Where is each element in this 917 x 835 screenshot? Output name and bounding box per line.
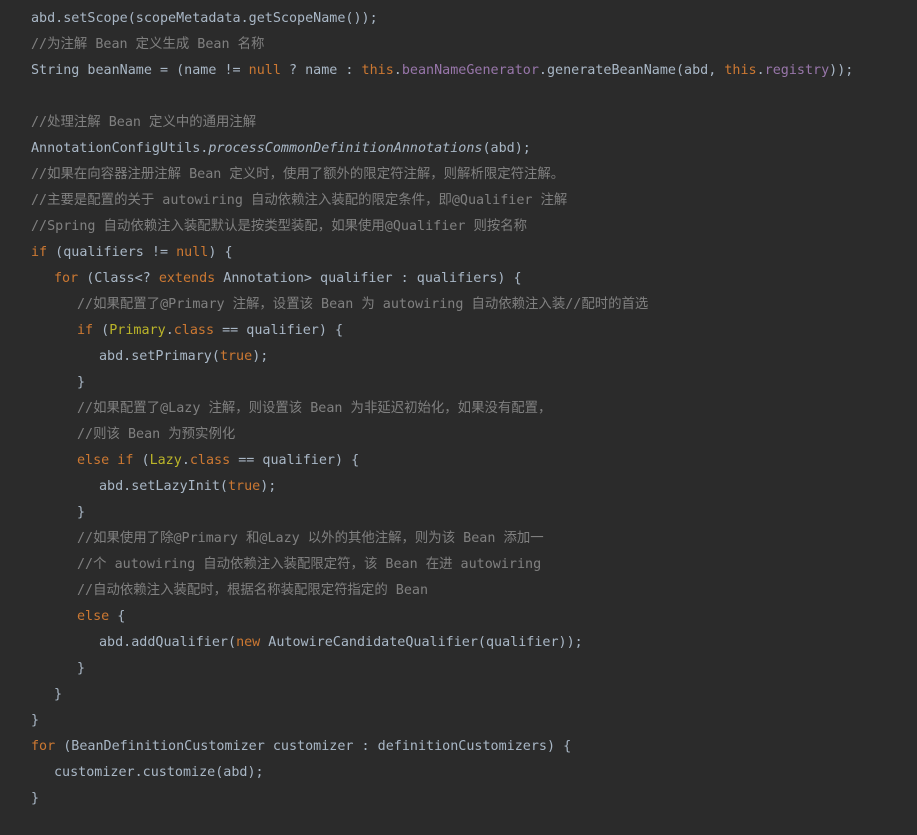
code-line: //如果在向容器注册注解 Bean 定义时，使用了额外的限定符注解，则解析限定符… <box>0 162 917 188</box>
code-line: //自动依赖注入装配时，根据名称装配限定符指定的 Bean <box>0 578 917 604</box>
code-token: null <box>176 245 209 260</box>
code-token: ); <box>260 479 277 494</box>
code-token: this <box>724 63 757 78</box>
code-line: } <box>0 786 917 812</box>
code-line: //主要是配置的关于 autowiring 自动依赖注入装配的限定条件，即@Qu… <box>0 188 917 214</box>
code-line: } <box>0 708 917 734</box>
code-token: == qualifier) { <box>214 323 344 338</box>
code-token: beanNameGenerator <box>401 63 539 78</box>
code-token: abd.addQualifier( <box>99 635 237 650</box>
code-line: } <box>0 682 917 708</box>
code-token: } <box>31 713 40 728</box>
code-token: )); <box>829 63 854 78</box>
code-token: abd.setLazyInit( <box>99 479 228 494</box>
code-token: customizer.customize(abd); <box>54 765 264 780</box>
code-token: ); <box>252 349 269 364</box>
code-line: for (Class<? extends Annotation> qualifi… <box>0 266 917 292</box>
code-token: for <box>31 739 56 754</box>
code-token: if <box>31 245 48 260</box>
code-token: //Spring 自动依赖注入装配默认是按类型装配，如果使用@Qualifier… <box>31 219 528 234</box>
code-token: ? name : <box>280 63 362 78</box>
code-token: } <box>54 687 63 702</box>
code-token: //主要是配置的关于 autowiring 自动依赖注入装配的限定条件，即@Qu… <box>31 193 568 208</box>
code-line: //则该 Bean 为预实例化 <box>0 422 917 448</box>
code-token: //处理注解 Bean 定义中的通用注解 <box>31 115 257 130</box>
code-line: abd.setPrimary(true); <box>0 344 917 370</box>
code-token: == qualifier) { <box>230 453 360 468</box>
code-line: abd.addQualifier(new AutowireCandidateQu… <box>0 630 917 656</box>
code-line: if (qualifiers != null) { <box>0 240 917 266</box>
code-token: AnnotationConfigUtils. <box>31 141 209 156</box>
code-token: true <box>219 349 253 364</box>
code-line: //为注解 Bean 定义生成 Bean 名称 <box>0 32 917 58</box>
code-token: for <box>54 271 79 286</box>
code-token: extends <box>158 271 216 286</box>
code-token: registry <box>764 63 830 78</box>
code-line: else { <box>0 604 917 630</box>
code-line: customizer.customize(abd); <box>0 760 917 786</box>
code-token: //个 autowiring 自动依赖注入装配限定符，该 Bean 在进 aut… <box>77 557 542 572</box>
code-token: .generateBeanName(abd, <box>538 63 725 78</box>
code-line: } <box>0 370 917 396</box>
code-token: this <box>361 63 394 78</box>
code-token: . <box>181 453 190 468</box>
code-line: //个 autowiring 自动依赖注入装配限定符，该 Bean 在进 aut… <box>0 552 917 578</box>
code-token: ) { <box>208 245 233 260</box>
code-line: else if (Lazy.class == qualifier) { <box>0 448 917 474</box>
code-token: class <box>189 453 231 468</box>
code-line: for (BeanDefinitionCustomizer customizer… <box>0 734 917 760</box>
code-token: (Class<? <box>78 271 159 286</box>
code-token: else if <box>77 453 134 468</box>
code-token: . <box>393 63 402 78</box>
code-token: //如果配置了@Lazy 注解，则设置该 Bean 为非延迟初始化，如果没有配置… <box>77 401 552 416</box>
code-token: } <box>77 661 86 676</box>
code-token: String beanName = (name != <box>31 63 249 78</box>
code-line: } <box>0 656 917 682</box>
code-line: //处理注解 Bean 定义中的通用注解 <box>0 110 917 136</box>
code-token: . <box>165 323 174 338</box>
code-token: //自动依赖注入装配时，根据名称装配限定符指定的 Bean <box>77 583 429 598</box>
code-token: (abd); <box>482 141 531 156</box>
code-token: (BeanDefinitionCustomizer customizer : d… <box>55 739 572 754</box>
code-line: AnnotationConfigUtils.processCommonDefin… <box>0 136 917 162</box>
code-line: String beanName = (name != null ? name :… <box>0 58 917 84</box>
code-token: //如果配置了@Primary 注解，设置该 Bean 为 autowiring… <box>77 297 649 312</box>
code-token: . <box>756 63 765 78</box>
code-token: } <box>77 505 86 520</box>
code-line: abd.setScope(scopeMetadata.getScopeName(… <box>0 6 917 32</box>
code-line: if (Primary.class == qualifier) { <box>0 318 917 344</box>
code-token: else <box>77 609 110 624</box>
code-token: ( <box>133 453 150 468</box>
code-token: if <box>77 323 94 338</box>
code-token: abd.setScope(scopeMetadata.getScopeName(… <box>31 11 378 26</box>
code-line: //如果使用了除@Primary 和@Lazy 以外的其他注解，则为该 Bean… <box>0 526 917 552</box>
code-line: //如果配置了@Lazy 注解，则设置该 Bean 为非延迟初始化，如果没有配置… <box>0 396 917 422</box>
code-token: processCommonDefinitionAnnotations <box>208 141 483 156</box>
code-token: { <box>109 609 126 624</box>
code-token: //如果使用了除@Primary 和@Lazy 以外的其他注解，则为该 Bean… <box>77 531 544 546</box>
code-token: Primary <box>109 323 166 338</box>
code-token: Lazy <box>149 453 182 468</box>
code-token: } <box>77 375 86 390</box>
code-token: } <box>31 791 40 806</box>
code-token: ( <box>93 323 110 338</box>
code-token: class <box>173 323 215 338</box>
code-line: //Spring 自动依赖注入装配默认是按类型装配，如果使用@Qualifier… <box>0 214 917 240</box>
code-token: (qualifiers != <box>47 245 177 260</box>
code-token: new <box>236 635 261 650</box>
code-token: //则该 Bean 为预实例化 <box>77 427 236 442</box>
code-token: AutowireCandidateQualifier(qualifier)); <box>260 635 583 650</box>
code-token: //如果在向容器注册注解 Bean 定义时，使用了额外的限定符注解，则解析限定符… <box>31 167 565 182</box>
code-editor: abd.setScope(scopeMetadata.getScopeName(… <box>0 0 917 835</box>
code-token: //为注解 Bean 定义生成 Bean 名称 <box>31 37 265 52</box>
code-token: null <box>248 63 281 78</box>
code-token: abd.setPrimary( <box>99 349 220 364</box>
code-line: } <box>0 500 917 526</box>
code-line: abd.setLazyInit(true); <box>0 474 917 500</box>
code-line: //如果配置了@Primary 注解，设置该 Bean 为 autowiring… <box>0 292 917 318</box>
code-token: Annotation> qualifier : qualifiers) { <box>215 271 522 286</box>
code-token: true <box>228 479 261 494</box>
